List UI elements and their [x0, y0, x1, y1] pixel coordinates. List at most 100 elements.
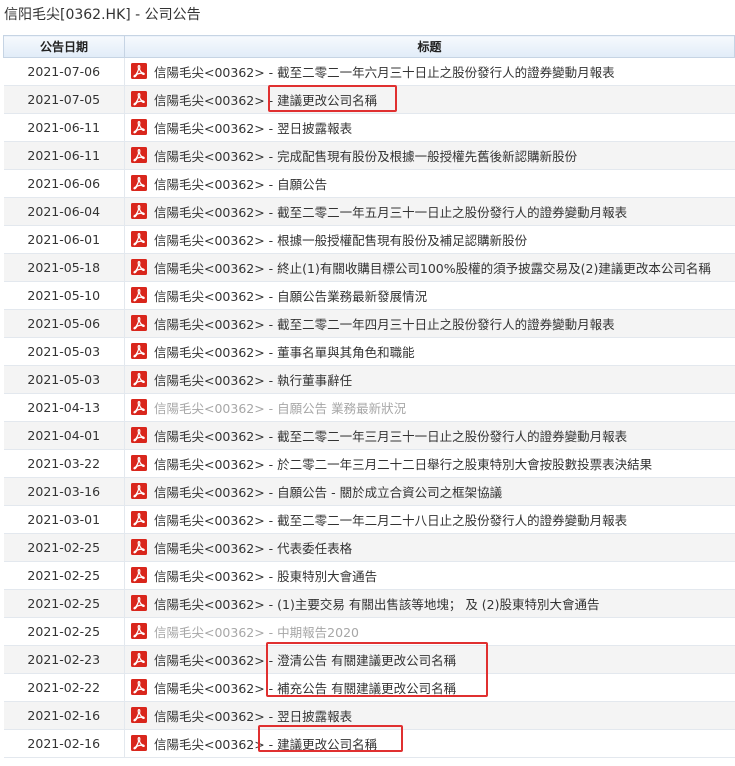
pdf-icon[interactable] [131, 482, 147, 499]
table-row: 2021-06-04 信陽毛尖<00362> - 截至二零二一年五月三十一日止之股… [3, 197, 735, 226]
pdf-icon[interactable] [131, 314, 147, 331]
announcement-date: 2021-06-01 [3, 225, 125, 254]
table-row: 2021-05-10 信陽毛尖<00362> - 自願公告業務最新發展情況 [3, 281, 735, 310]
announcement-link[interactable]: 信陽毛尖<00362> - 截至二零二一年三月三十一日止之股份發行人的證券變動月… [154, 429, 627, 444]
table-row: 2021-03-16 信陽毛尖<00362> - 自願公告 - 關於成立合資公司之… [3, 477, 735, 506]
announcement-title-cell: 信陽毛尖<00362> - 執行董事辭任 [124, 365, 735, 394]
announcement-title-cell: 信陽毛尖<00362> - 建議更改公司名稱 [124, 729, 735, 758]
pdf-icon[interactable] [131, 734, 147, 751]
pdf-icon[interactable] [131, 62, 147, 79]
announcement-link[interactable]: 信陽毛尖<00362> - 董事名單與其角色和職能 [154, 345, 415, 360]
announcement-link[interactable]: 信陽毛尖<00362> - 建議更改公司名稱 [154, 93, 377, 108]
pdf-icon[interactable] [131, 174, 147, 191]
page-title: 信阳毛尖[0362.HK] - 公司公告 [4, 7, 201, 23]
announcement-title-cell: 信陽毛尖<00362> - 自願公告 [124, 169, 735, 198]
table-row: 2021-07-05 信陽毛尖<00362> - 建議更改公司名稱 [3, 85, 735, 114]
announcement-link[interactable]: 信陽毛尖<00362> - 截至二零二一年六月三十日止之股份發行人的證券變動月報… [154, 65, 615, 80]
announcement-date: 2021-05-03 [3, 365, 125, 394]
pdf-icon[interactable] [131, 202, 147, 219]
announcement-date: 2021-04-01 [3, 421, 125, 450]
pdf-icon[interactable] [131, 230, 147, 247]
announcement-table-container: 公告日期 标题 2021-07-06 信陽毛尖<00362> - 截至二零二一年六… [3, 35, 735, 758]
announcement-title-cell: 信陽毛尖<00362> - 自願公告 - 關於成立合資公司之框架協議 [124, 477, 735, 506]
pdf-icon[interactable] [131, 258, 147, 275]
announcement-date: 2021-02-25 [3, 617, 125, 646]
announcement-title-cell: 信陽毛尖<00362> - 根據一般授權配售現有股份及補足認購新股份 [124, 225, 735, 254]
announcement-link[interactable]: 信陽毛尖<00362> - 股東特別大會通告 [154, 569, 377, 584]
announcement-link[interactable]: 信陽毛尖<00362> - 根據一般授權配售現有股份及補足認購新股份 [154, 233, 527, 248]
pdf-icon[interactable] [131, 90, 147, 107]
pdf-icon[interactable] [131, 426, 147, 443]
announcement-title-cell: 信陽毛尖<00362> - 中期報告2020 [124, 617, 735, 646]
announcement-title-cell: 信陽毛尖<00362> - 於二零二一年三月二十二日舉行之股東特別大會按股數投票… [124, 449, 735, 478]
pdf-icon[interactable] [131, 622, 147, 639]
announcement-date: 2021-05-18 [3, 253, 125, 282]
announcement-link[interactable]: 信陽毛尖<00362> - 中期報告2020 [154, 625, 359, 640]
pdf-icon[interactable] [131, 594, 147, 611]
announcement-link[interactable]: 信陽毛尖<00362> - 自願公告 業務最新狀況 [154, 401, 406, 416]
announcement-link[interactable]: 信陽毛尖<00362> - 截至二零二一年二月二十八日止之股份發行人的證券變動月… [154, 513, 627, 528]
announcement-link[interactable]: 信陽毛尖<00362> - (1)主要交易 有關出售該等地塊； 及 (2)股東特… [154, 597, 600, 612]
table-row: 2021-02-25 信陽毛尖<00362> - (1)主要交易 有關出售該等地塊… [3, 589, 735, 618]
pdf-icon[interactable] [131, 454, 147, 471]
table-row: 2021-02-16 信陽毛尖<00362> - 翌日披露報表 [3, 701, 735, 730]
announcement-link[interactable]: 信陽毛尖<00362> - 代表委任表格 [154, 541, 352, 556]
announcement-title-cell: 信陽毛尖<00362> - 終止(1)有關收購目標公司100%股權的須予披露交易… [124, 253, 735, 282]
announcement-link[interactable]: 信陽毛尖<00362> - 終止(1)有關收購目標公司100%股權的須予披露交易… [154, 261, 711, 276]
announcement-date: 2021-02-25 [3, 589, 125, 618]
announcement-link[interactable]: 信陽毛尖<00362> - 截至二零二一年四月三十日止之股份發行人的證券變動月報… [154, 317, 615, 332]
table-row: 2021-05-03 信陽毛尖<00362> - 董事名單與其角色和職能 [3, 337, 735, 366]
announcement-date: 2021-06-11 [3, 113, 125, 142]
table-row: 2021-03-22 信陽毛尖<00362> - 於二零二一年三月二十二日舉行之股… [3, 449, 735, 478]
announcement-title-cell: 信陽毛尖<00362> - 截至二零二一年三月三十一日止之股份發行人的證券變動月… [124, 421, 735, 450]
pdf-icon[interactable] [131, 678, 147, 695]
announcement-title-cell: 信陽毛尖<00362> - 翌日披露報表 [124, 113, 735, 142]
pdf-icon[interactable] [131, 706, 147, 723]
announcement-link[interactable]: 信陽毛尖<00362> - 澄清公告 有關建議更改公司名稱 [154, 653, 456, 668]
announcement-title-cell: 信陽毛尖<00362> - 董事名單與其角色和職能 [124, 337, 735, 366]
announcement-link[interactable]: 信陽毛尖<00362> - 翌日披露報表 [154, 121, 352, 136]
announcement-link[interactable]: 信陽毛尖<00362> - 補充公告 有關建議更改公司名稱 [154, 681, 456, 696]
table-row: 2021-06-11 信陽毛尖<00362> - 完成配售現有股份及根據一般授權先… [3, 141, 735, 170]
pdf-icon[interactable] [131, 650, 147, 667]
announcement-link[interactable]: 信陽毛尖<00362> - 自願公告 - 關於成立合資公司之框架協議 [154, 485, 502, 500]
pdf-icon[interactable] [131, 510, 147, 527]
table-row: 2021-04-01 信陽毛尖<00362> - 截至二零二一年三月三十一日止之股… [3, 421, 735, 450]
announcement-title-cell: 信陽毛尖<00362> - 截至二零二一年五月三十一日止之股份發行人的證券變動月… [124, 197, 735, 226]
announcement-date: 2021-02-25 [3, 561, 125, 590]
table-row: 2021-05-03 信陽毛尖<00362> - 執行董事辭任 [3, 365, 735, 394]
pdf-icon[interactable] [131, 398, 147, 415]
announcement-link[interactable]: 信陽毛尖<00362> - 自願公告 [154, 177, 327, 192]
announcement-link[interactable]: 信陽毛尖<00362> - 截至二零二一年五月三十一日止之股份發行人的證券變動月… [154, 205, 627, 220]
table-row: 2021-02-25 信陽毛尖<00362> - 代表委任表格 [3, 533, 735, 562]
announcement-link[interactable]: 信陽毛尖<00362> - 執行董事辭任 [154, 373, 352, 388]
pdf-icon[interactable] [131, 342, 147, 359]
pdf-icon[interactable] [131, 286, 147, 303]
announcement-title-cell: 信陽毛尖<00362> - 澄清公告 有關建議更改公司名稱 [124, 645, 735, 674]
announcement-title-cell: 信陽毛尖<00362> - 代表委任表格 [124, 533, 735, 562]
pdf-icon[interactable] [131, 566, 147, 583]
announcement-date: 2021-02-16 [3, 729, 125, 758]
announcement-date: 2021-02-25 [3, 533, 125, 562]
pdf-icon[interactable] [131, 538, 147, 555]
table-row: 2021-05-06 信陽毛尖<00362> - 截至二零二一年四月三十日止之股份… [3, 309, 735, 338]
column-header-title[interactable]: 标题 [124, 35, 735, 58]
announcement-title-cell: 信陽毛尖<00362> - 翌日披露報表 [124, 701, 735, 730]
announcement-title-cell: 信陽毛尖<00362> - 完成配售現有股份及根據一般授權先舊後新認購新股份 [124, 141, 735, 170]
column-header-date[interactable]: 公告日期 [3, 35, 125, 58]
table-row: 2021-06-06 信陽毛尖<00362> - 自願公告 [3, 169, 735, 198]
pdf-icon[interactable] [131, 118, 147, 135]
announcement-link[interactable]: 信陽毛尖<00362> - 於二零二一年三月二十二日舉行之股東特別大會按股數投票… [154, 457, 652, 472]
announcement-title-cell: 信陽毛尖<00362> - 建議更改公司名稱 [124, 85, 735, 114]
table-row: 2021-06-11 信陽毛尖<00362> - 翌日披露報表 [3, 113, 735, 142]
pdf-icon[interactable] [131, 370, 147, 387]
announcement-link[interactable]: 信陽毛尖<00362> - 建議更改公司名稱 [154, 737, 377, 752]
announcement-link[interactable]: 信陽毛尖<00362> - 翌日披露報表 [154, 709, 352, 724]
announcement-date: 2021-03-16 [3, 477, 125, 506]
announcement-link[interactable]: 信陽毛尖<00362> - 完成配售現有股份及根據一般授權先舊後新認購新股份 [154, 149, 577, 164]
announcement-link[interactable]: 信陽毛尖<00362> - 自願公告業務最新發展情況 [154, 289, 427, 304]
announcement-title-cell: 信陽毛尖<00362> - 截至二零二一年二月二十八日止之股份發行人的證券變動月… [124, 505, 735, 534]
pdf-icon[interactable] [131, 146, 147, 163]
announcement-date: 2021-06-04 [3, 197, 125, 226]
announcement-date: 2021-03-22 [3, 449, 125, 478]
